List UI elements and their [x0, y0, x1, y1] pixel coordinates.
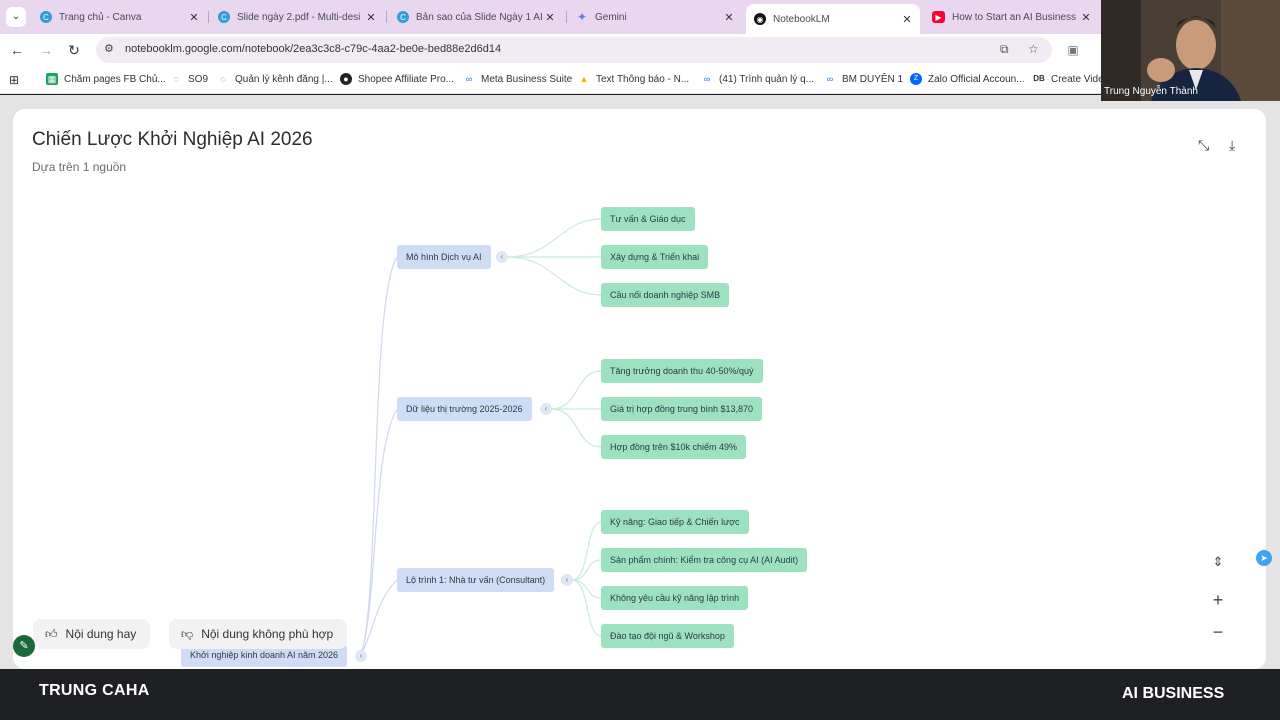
- leaf-node[interactable]: Sản phẩm chính: Kiểm tra công cụ AI (AI …: [601, 548, 808, 572]
- leaf-connector: [506, 256, 602, 296]
- root-connector-3: [360, 579, 398, 656]
- leaf-connector: [506, 218, 602, 258]
- leaf-connector: [550, 408, 602, 448]
- thumbs-up-label: Nội dung hay: [65, 627, 137, 641]
- branch-node-ai-services[interactable]: Mô hình Dịch vụ AI: [397, 245, 491, 269]
- leaf-connector: [550, 370, 602, 410]
- assistant-bubble-icon[interactable]: ➤: [1256, 550, 1272, 566]
- expand-collapse-all-icon[interactable]: ⇕: [1204, 549, 1232, 575]
- leaf-node[interactable]: Xây dựng & Triển khai: [601, 245, 709, 269]
- screen: ⌄ C Trang chủ - Canva ✕ C Slide ngày 2.p…: [0, 0, 1280, 720]
- leaf-node[interactable]: Hợp đồng trên $10k chiếm 49%: [601, 435, 746, 459]
- collapse-branch-icon[interactable]: ‹: [496, 251, 508, 263]
- collapse-branch-icon[interactable]: ‹: [540, 403, 552, 415]
- leaf-node[interactable]: Đào tạo đội ngũ & Workshop: [601, 624, 734, 648]
- webcam-name-label: Trung Nguyễn Thành: [1104, 86, 1198, 97]
- bottom-banner: [0, 669, 1280, 720]
- collapse-root-icon[interactable]: ‹: [355, 650, 367, 662]
- thumbs-up-icon: 👍︎: [45, 626, 58, 641]
- leaf-node[interactable]: Kỹ năng: Giao tiếp & Chiến lược: [601, 510, 749, 534]
- collapse-branch-icon[interactable]: ‹: [561, 574, 573, 586]
- leaf-node[interactable]: Tăng trưởng doanh thu 40-50%/quý: [601, 359, 763, 383]
- edit-pencil-icon[interactable]: ✎: [13, 635, 35, 657]
- root-connector-2: [360, 408, 398, 656]
- thumbs-down-button[interactable]: 👎︎ Nội dung không phù hợp: [169, 619, 348, 649]
- leaf-node[interactable]: Giá trị hợp đồng trung bình $13,870: [601, 397, 763, 421]
- thumbs-up-button[interactable]: 👍︎ Nội dung hay: [33, 619, 151, 649]
- zoom-out-button[interactable]: −: [1204, 619, 1232, 645]
- zoom-in-button[interactable]: +: [1204, 587, 1232, 613]
- brand-right-text: AI BUSINESS: [1122, 685, 1225, 702]
- leaf-node[interactable]: Tư vấn & Giáo dục: [601, 207, 695, 231]
- leaf-connector: [571, 559, 602, 581]
- leaf-connector: [571, 579, 602, 599]
- mindmap-connectors: [360, 256, 398, 656]
- thumbs-down-icon: 👎︎: [181, 626, 194, 641]
- root-connector-1: [360, 256, 398, 656]
- branch-node-market-data[interactable]: Dữ liệu thị trường 2025-2026: [397, 397, 532, 421]
- brand-left-text: TRUNG CAHA: [39, 682, 150, 699]
- leaf-node[interactable]: Cầu nối doanh nghiệp SMB: [601, 283, 730, 307]
- leaf-node[interactable]: Không yêu cầu kỹ năng lập trình: [601, 586, 749, 610]
- thumbs-down-label: Nội dung không phù hợp: [201, 627, 334, 641]
- branch-node-consultant-path[interactable]: Lộ trình 1: Nhà tư vấn (Consultant): [397, 568, 555, 592]
